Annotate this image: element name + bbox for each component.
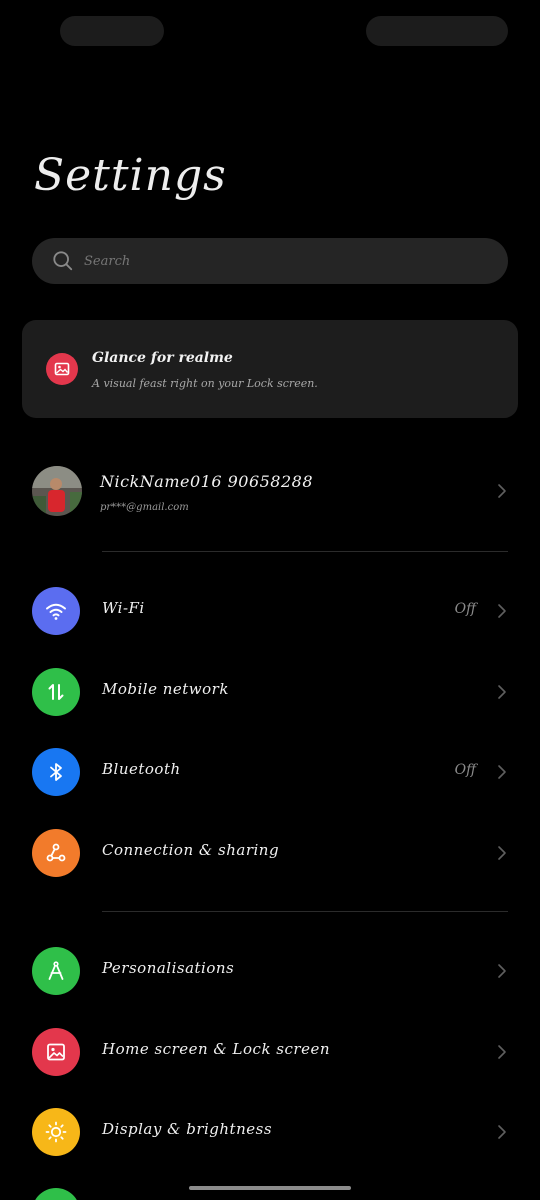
wifi-icon-circle — [32, 587, 80, 635]
image-icon — [47, 1043, 65, 1061]
chevron-right-icon — [498, 1045, 506, 1059]
chevron-right-icon — [498, 685, 506, 699]
account-name: NickName016 90658288 — [100, 472, 314, 491]
page-title: Settings — [34, 150, 227, 201]
compass-icon — [48, 961, 64, 980]
settings-item-wifi[interactable]: Wi-Fi Off — [0, 581, 540, 641]
avatar — [32, 466, 82, 516]
settings-item-label: Wi-Fi — [102, 599, 145, 617]
glance-subtitle: A visual feast right on your Lock screen… — [92, 377, 318, 390]
settings-item-label: Bluetooth — [102, 760, 181, 778]
mobile-data-icon — [48, 684, 64, 700]
wifi-icon — [46, 603, 66, 620]
settings-item-display-brightness[interactable]: Display & brightness — [0, 1102, 540, 1162]
search-bar[interactable] — [32, 238, 508, 284]
settings-item-home-lock-screen[interactable]: Home screen & Lock screen — [0, 1022, 540, 1082]
glance-title: Glance for realme — [92, 350, 233, 366]
share-icon — [46, 843, 66, 862]
settings-item-bluetooth[interactable]: Bluetooth Off — [0, 742, 540, 802]
chevron-right-icon — [498, 846, 506, 860]
glance-icon — [46, 353, 78, 385]
glance-card[interactable]: Glance for realme A visual feast right o… — [22, 320, 518, 418]
mobile-network-icon-circle — [32, 668, 80, 716]
settings-item-connection-sharing[interactable]: Connection & sharing — [0, 823, 540, 883]
home-indicator[interactable] — [189, 1186, 351, 1190]
status-bar-left-redacted — [60, 16, 164, 46]
image-icon — [54, 362, 70, 376]
search-input[interactable] — [84, 253, 508, 269]
chevron-right-icon — [498, 765, 506, 779]
display-icon-circle — [32, 1108, 80, 1156]
home-screen-icon-circle — [32, 1028, 80, 1076]
connection-icon-circle — [32, 829, 80, 877]
search-icon — [53, 251, 73, 271]
personalisations-icon-circle — [32, 947, 80, 995]
settings-item-label: Display & brightness — [102, 1120, 273, 1138]
account-row[interactable]: NickName016 90658288 pr***@gmail.com — [0, 458, 540, 524]
status-bar-right-redacted — [366, 16, 508, 46]
settings-item-partial-icon[interactable] — [32, 1188, 80, 1200]
settings-item-label: Home screen & Lock screen — [102, 1040, 330, 1058]
divider — [102, 551, 508, 552]
chevron-right-icon — [498, 964, 506, 978]
divider — [102, 911, 508, 912]
chevron-right-icon — [498, 1125, 506, 1139]
settings-item-label: Connection & sharing — [102, 841, 280, 859]
wifi-status: Off — [454, 601, 476, 617]
chevron-right-icon — [498, 604, 506, 618]
settings-item-personalisations[interactable]: Personalisations — [0, 941, 540, 1001]
settings-item-label: Personalisations — [102, 959, 235, 977]
account-email: pr***@gmail.com — [100, 502, 189, 513]
sun-icon — [45, 1121, 67, 1143]
bluetooth-icon — [50, 763, 62, 781]
settings-item-mobile-network[interactable]: Mobile network — [0, 662, 540, 722]
chevron-right-icon — [498, 484, 506, 498]
bluetooth-icon-circle — [32, 748, 80, 796]
settings-item-label: Mobile network — [102, 680, 229, 698]
bluetooth-status: Off — [454, 762, 476, 778]
